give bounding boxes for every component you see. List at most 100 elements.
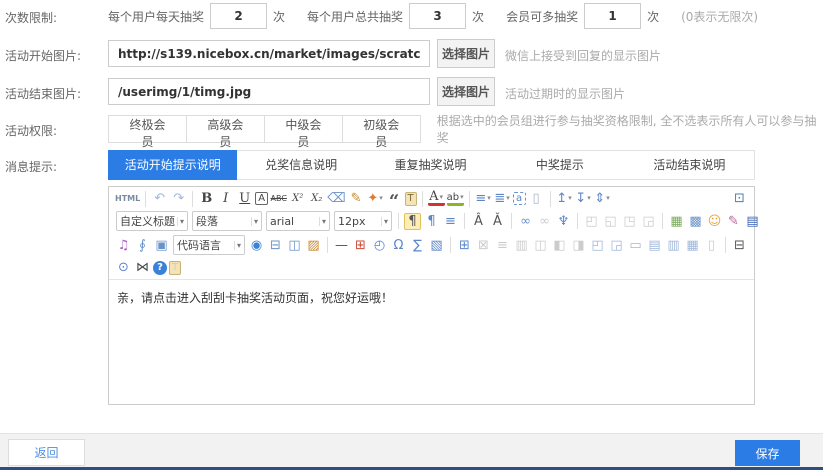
toolbar-separator — [327, 237, 328, 253]
insert-time-icon[interactable]: ◴ — [371, 237, 388, 254]
unordered-list-icon[interactable]: ≣▾ — [494, 190, 511, 207]
bold-icon[interactable]: B — [198, 190, 215, 207]
table-align-center-icon[interactable]: ◲ — [608, 237, 625, 254]
auto-typeset-icon[interactable]: ✦▾ — [367, 190, 384, 207]
total-limit-input[interactable] — [409, 3, 466, 29]
tab-兑奖信息说明[interactable]: 兑奖信息说明 — [236, 151, 365, 179]
horizontal-rule-icon[interactable]: — — [333, 237, 350, 254]
insert-date-icon[interactable]: ⊞ — [352, 237, 369, 254]
undo-icon[interactable]: ↶ — [151, 190, 168, 207]
back-button[interactable]: 返回 — [8, 439, 85, 466]
superscript-icon[interactable]: X² — [289, 190, 306, 207]
highlight-color-icon[interactable]: ab▾ — [447, 191, 464, 206]
case-lower-icon[interactable]: Ǎ — [489, 213, 506, 230]
case-upper-icon[interactable]: Â — [470, 213, 487, 230]
clear-doc-icon: ▯ — [703, 237, 720, 254]
special-chars-icon[interactable]: Ω — [390, 237, 407, 254]
paragraph-space-after-icon[interactable]: ↧▾ — [575, 190, 592, 207]
line-height-icon[interactable]: ⇕▾ — [594, 190, 611, 207]
total-limit-unit: 次 — [472, 8, 484, 25]
tab-中奖提示[interactable]: 中奖提示 — [495, 151, 624, 179]
insert-col-icon: ▥ — [513, 237, 530, 254]
end-image-input[interactable] — [108, 78, 430, 105]
preview-icon[interactable]: ⊙ — [115, 259, 132, 276]
font-border-icon[interactable]: A — [255, 192, 268, 205]
start-image-input[interactable] — [108, 40, 430, 67]
start-image-label: 活动开始图片: — [5, 47, 105, 64]
tab-活动开始提示说明[interactable]: 活动开始提示说明 — [108, 150, 237, 180]
editor-toolbar: HTML↶↷BIUAABCX²X₂⌫✎✦▾“TA▾ab▾≡▾≣▾a▯↥▾↧▾⇕▾… — [109, 187, 754, 280]
font-size-select[interactable]: 12px▾ — [334, 211, 392, 231]
indent-icon[interactable]: ≡ — [442, 213, 459, 230]
table-full-width-icon[interactable]: ▭ — [627, 237, 644, 254]
blank-doc-icon[interactable]: ▯ — [528, 190, 545, 207]
split-cells-rows-icon: ◧ — [551, 237, 568, 254]
insert-table-icon[interactable]: ⊞ — [456, 237, 473, 254]
image-align-right-icon: ◳ — [621, 213, 638, 230]
insert-row-icon: ≡ — [494, 237, 511, 254]
page-break-icon[interactable]: ⊟ — [267, 237, 284, 254]
insert-image-icon[interactable]: ▦ — [668, 213, 685, 230]
table-title-row-icon[interactable]: ▤ — [646, 237, 663, 254]
member-group-button-1[interactable]: 终极会员 — [108, 115, 187, 143]
paste-text-icon[interactable]: T — [405, 192, 417, 206]
eraser-icon[interactable]: ⌫ — [327, 190, 345, 207]
blockquote-icon[interactable]: “ — [386, 190, 403, 207]
font-family-select[interactable]: arial▾ — [266, 211, 330, 231]
anchor-icon[interactable]: ♆ — [555, 213, 572, 230]
member-group-button-2[interactable]: 高级会员 — [186, 115, 265, 143]
insert-video-icon[interactable]: ▤ — [744, 213, 761, 230]
toolbar-separator — [398, 213, 399, 229]
format-brush-icon[interactable]: ✎ — [348, 190, 365, 207]
dir-rtl-icon[interactable]: ¶ — [423, 213, 440, 230]
scrawl-icon[interactable]: ✎ — [725, 213, 742, 230]
attachment-icon[interactable]: ∮ — [134, 237, 151, 254]
table-align-left-icon[interactable]: ◰ — [589, 237, 606, 254]
editor-content[interactable]: 亲，请点击进入刮刮卡抽奖活动页面，祝您好运哦！ — [109, 280, 754, 401]
toolbar-separator — [662, 213, 663, 229]
help-icon[interactable]: ? — [153, 261, 167, 275]
music-icon[interactable]: ♫ — [115, 237, 132, 254]
start-image-pick-button[interactable]: 选择图片 — [437, 39, 495, 68]
paragraph-select[interactable]: 段落▾ — [192, 211, 262, 231]
member-extra-input[interactable] — [584, 3, 641, 29]
fullscreen-icon[interactable]: ⊡ — [731, 190, 748, 207]
italic-icon[interactable]: I — [217, 190, 234, 207]
formula-icon[interactable]: ∑ — [409, 237, 426, 254]
daily-limit-input[interactable] — [210, 3, 267, 29]
snapshot-icon[interactable]: ◉ — [248, 237, 265, 254]
word-image-icon[interactable]: ▨ — [305, 237, 322, 254]
upload-image-icon[interactable]: ▩ — [687, 213, 704, 230]
dir-ltr-icon[interactable]: ¶ — [404, 213, 421, 230]
paragraph-space-before-icon[interactable]: ↥▾ — [556, 190, 573, 207]
table-sort-icon[interactable]: ▦ — [684, 237, 701, 254]
html-source-icon[interactable]: HTML — [115, 190, 140, 207]
custom-title-select[interactable]: 自定义标题▾ — [116, 211, 188, 231]
code-language-select[interactable]: 代码语言▾ — [173, 235, 245, 255]
end-image-label: 活动结束图片: — [5, 85, 105, 102]
print-icon[interactable]: ⊟ — [731, 237, 748, 254]
insert-iframe-icon[interactable]: ▣ — [153, 237, 170, 254]
subscript-icon[interactable]: X₂ — [308, 190, 325, 207]
redo-icon[interactable]: ↷ — [170, 190, 187, 207]
save-button[interactable]: 保存 — [735, 440, 800, 466]
table-title-col-icon[interactable]: ▥ — [665, 237, 682, 254]
member-group-button-4[interactable]: 初级会员 — [342, 115, 421, 143]
tab-重复抽奖说明[interactable]: 重复抽奖说明 — [366, 151, 495, 179]
end-image-pick-button[interactable]: 选择图片 — [437, 77, 495, 106]
split-cells-cols-icon: ◨ — [570, 237, 587, 254]
member-group-button-3[interactable]: 中级会员 — [264, 115, 343, 143]
template-icon[interactable]: ◫ — [286, 237, 303, 254]
emotion-icon[interactable]: ☺ — [706, 213, 723, 230]
background-icon[interactable]: ▧ — [428, 237, 445, 254]
ordered-list-icon[interactable]: ≡▾ — [475, 190, 492, 207]
link-icon[interactable]: ∞ — [517, 213, 534, 230]
strikethrough-icon[interactable]: ABC — [270, 190, 287, 207]
underline-icon[interactable]: U — [236, 190, 253, 207]
tab-活动结束说明[interactable]: 活动结束说明 — [625, 151, 754, 179]
font-color-icon[interactable]: A▾ — [428, 191, 445, 206]
unlink-icon: ∞ — [536, 213, 553, 230]
search-replace-icon[interactable]: ⋈ — [134, 259, 151, 276]
anchor-mark-icon[interactable]: a — [513, 192, 526, 205]
limit-label: 次数限制: — [5, 9, 105, 26]
